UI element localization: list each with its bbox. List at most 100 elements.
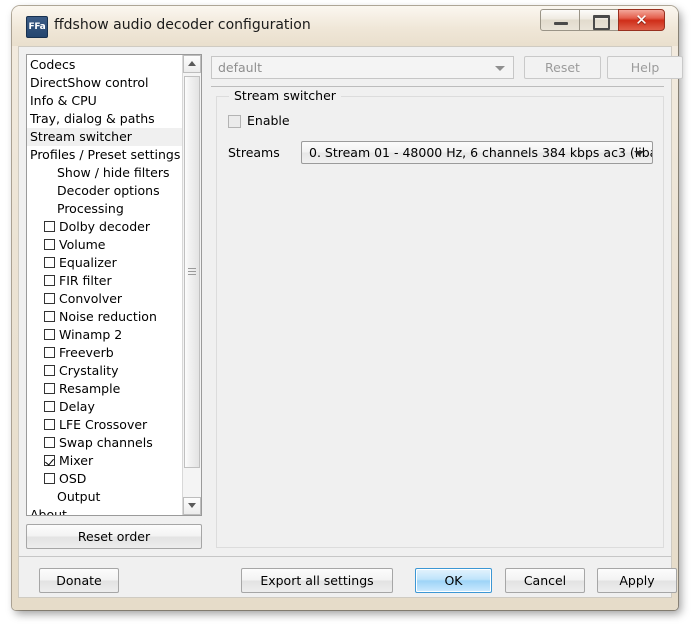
sidebar-item-directshow-control[interactable]: DirectShow control [27, 74, 182, 92]
sidebar-checkbox[interactable] [44, 437, 55, 448]
profile-select-value: default [218, 60, 262, 75]
sidebar-item-about[interactable]: About [27, 506, 182, 515]
sidebar-item-swap-channels[interactable]: Swap channels [27, 434, 182, 452]
scroll-up-arrow-icon [188, 61, 196, 66]
streams-label: Streams [228, 145, 280, 160]
sidebar-item-stream-switcher[interactable]: Stream switcher [27, 128, 182, 146]
sidebar-item-label: Output [57, 489, 101, 504]
sidebar-item-label: Noise reduction [59, 309, 157, 324]
sidebar-item-label: Delay [59, 399, 95, 414]
scrollbar-thumb[interactable] [184, 76, 200, 468]
enable-checkbox[interactable] [228, 115, 241, 128]
scroll-down-arrow-icon [188, 503, 196, 508]
settings-tree[interactable]: Codecs DirectShow control Info & CPU Tray, … [26, 54, 202, 516]
sidebar-item-fir-filter[interactable]: FIR filter [27, 272, 182, 290]
sidebar-item-resample[interactable]: Resample [27, 380, 182, 398]
export-all-settings-button[interactable]: Export all settings [241, 568, 393, 593]
settings-tree-list[interactable]: Codecs DirectShow control Info & CPU Tray, … [27, 56, 182, 515]
close-icon: ✕ [635, 11, 648, 29]
maximize-button[interactable] [579, 9, 619, 31]
sidebar-item-lfe-crossover[interactable]: LFE Crossover [27, 416, 182, 434]
sidebar-checkbox[interactable] [44, 455, 55, 466]
window-title: ffdshow audio decoder configuration [54, 17, 311, 33]
scroll-up-button[interactable] [183, 55, 201, 73]
sidebar-item-crystality[interactable]: Crystality [27, 362, 182, 380]
sidebar-item-label: Resample [59, 381, 121, 396]
sidebar-item-label: Winamp 2 [59, 327, 123, 342]
sidebar-item-label: Processing [57, 201, 124, 216]
sidebar-item-label: OSD [59, 471, 87, 486]
sidebar-item-volume[interactable]: Volume [27, 236, 182, 254]
panel-divider [211, 86, 664, 87]
sidebar-checkbox[interactable] [44, 311, 55, 322]
reset-order-button[interactable]: Reset order [26, 524, 202, 549]
sidebar-item-codecs[interactable]: Codecs [27, 56, 182, 74]
profile-select[interactable]: default [211, 56, 514, 79]
sidebar-checkbox[interactable] [44, 401, 55, 412]
sidebar-item-label: Show / hide filters [57, 165, 170, 180]
sidebar-checkbox[interactable] [44, 473, 55, 484]
maximize-icon [593, 15, 610, 30]
sidebar-checkbox[interactable] [44, 257, 55, 268]
sidebar-checkbox[interactable] [44, 383, 55, 394]
sidebar-item-info-cpu[interactable]: Info & CPU [27, 92, 182, 110]
sidebar-item-label: Tray, dialog & paths [30, 111, 155, 126]
streams-select[interactable]: 0. Stream 01 - 48000 Hz, 6 channels 384 … [301, 141, 653, 164]
sidebar-item-label: Volume [59, 237, 106, 252]
sidebar-item-profiles-preset-settings[interactable]: Profiles / Preset settings [27, 146, 182, 164]
sidebar-item-output[interactable]: Output [27, 488, 182, 506]
sidebar-item-decoder-options[interactable]: Decoder options [27, 182, 182, 200]
sidebar-item-dolby-decoder[interactable]: Dolby decoder [27, 218, 182, 236]
enable-label: Enable [247, 113, 290, 128]
title-bar[interactable]: FFa ffdshow audio decoder configuration … [12, 6, 678, 46]
sidebar-item-freeverb[interactable]: Freeverb [27, 344, 182, 362]
help-button[interactable]: Help [607, 56, 683, 79]
sidebar-checkbox[interactable] [44, 239, 55, 250]
sidebar-item-label: Decoder options [57, 183, 160, 198]
group-title: Stream switcher [229, 88, 341, 103]
sidebar-item-label: Dolby decoder [59, 219, 150, 234]
sidebar-item-label: Equalizer [59, 255, 117, 270]
sidebar-item-mixer[interactable]: Mixer [27, 452, 182, 470]
sidebar-item-label: Crystality [59, 363, 119, 378]
sidebar-item-processing[interactable]: Processing [27, 200, 182, 218]
sidebar-checkbox[interactable] [44, 365, 55, 376]
settings-tree-scrollbar[interactable] [182, 55, 201, 515]
sidebar-checkbox[interactable] [44, 347, 55, 358]
content-panel: default Reset Help Stream switcher Enabl… [211, 54, 683, 549]
sidebar-item-label: Convolver [59, 291, 123, 306]
sidebar-item-convolver[interactable]: Convolver [27, 290, 182, 308]
sidebar-item-label: Stream switcher [30, 129, 132, 144]
cancel-button[interactable]: Cancel [505, 568, 585, 593]
sidebar-item-label: Codecs [30, 57, 76, 72]
donate-button[interactable]: Donate [39, 568, 119, 593]
sidebar-item-osd[interactable]: OSD [27, 470, 182, 488]
sidebar-item-show-hide-filters[interactable]: Show / hide filters [27, 164, 182, 182]
client-area: Codecs DirectShow control Info & CPU Tray, … [18, 46, 683, 598]
sidebar-item-label: Swap channels [59, 435, 153, 450]
sidebar-item-winamp-2[interactable]: Winamp 2 [27, 326, 182, 344]
apply-button[interactable]: Apply [597, 568, 677, 593]
sidebar-checkbox[interactable] [44, 329, 55, 340]
chevron-down-icon [634, 151, 644, 156]
reset-button[interactable]: Reset [524, 56, 601, 79]
footer-divider [19, 556, 671, 557]
scroll-down-button[interactable] [183, 497, 201, 515]
sidebar-item-label: LFE Crossover [59, 417, 148, 432]
sidebar-item-delay[interactable]: Delay [27, 398, 182, 416]
application-window: FFa ffdshow audio decoder configuration … [12, 6, 683, 610]
sidebar-item-label: Profiles / Preset settings [30, 147, 181, 162]
minimize-icon [554, 22, 568, 25]
close-button[interactable]: ✕ [618, 9, 665, 31]
sidebar-item-label: Freeverb [59, 345, 114, 360]
sidebar-checkbox[interactable] [44, 221, 55, 232]
sidebar-checkbox[interactable] [44, 419, 55, 430]
sidebar-checkbox[interactable] [44, 293, 55, 304]
sidebar-item-tray-dialog-paths[interactable]: Tray, dialog & paths [27, 110, 182, 128]
sidebar-item-noise-reduction[interactable]: Noise reduction [27, 308, 182, 326]
ok-button[interactable]: OK [415, 568, 492, 593]
sidebar-checkbox[interactable] [44, 275, 55, 286]
sidebar-item-equalizer[interactable]: Equalizer [27, 254, 182, 272]
minimize-button[interactable] [540, 9, 580, 31]
sidebar-item-label: Mixer [59, 453, 94, 468]
